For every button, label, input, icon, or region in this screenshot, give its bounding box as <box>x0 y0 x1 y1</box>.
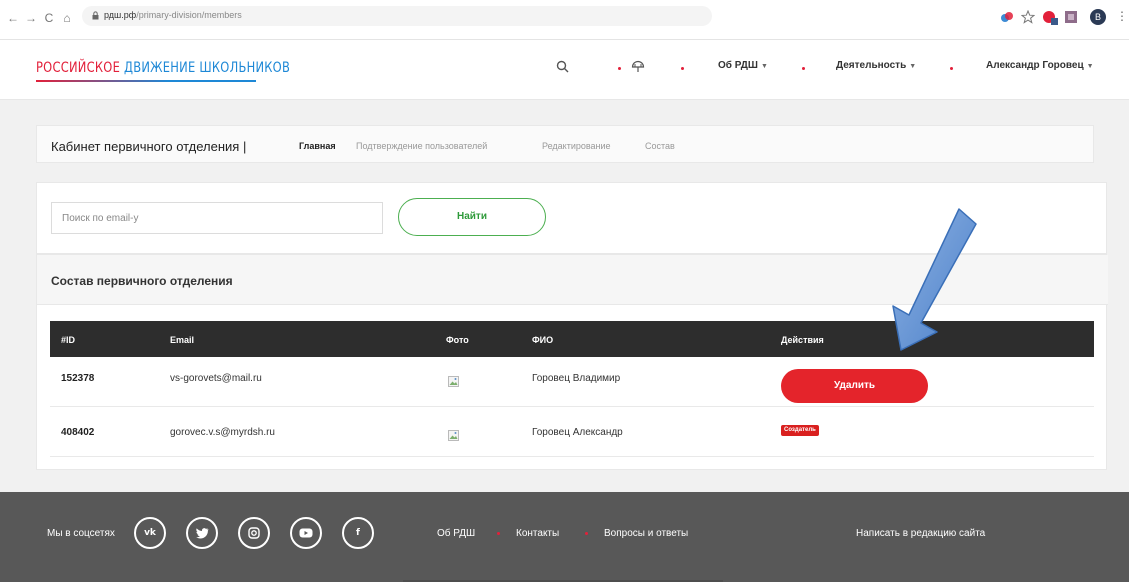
find-button[interactable]: Найти <box>398 198 546 236</box>
logo-text-blue: ДВИЖЕНИЕ ШКОЛЬНИКОВ <box>123 60 291 76</box>
member-email: vs-gorovets@mail.ru <box>170 373 262 384</box>
tab-user-confirmation[interactable]: Подтверждение пользователей <box>356 141 487 151</box>
members-title: Состав первичного отделения <box>51 274 233 288</box>
column-header-photo: Фото <box>446 335 469 345</box>
member-email: gorovec.v.s@myrdsh.ru <box>170 427 275 438</box>
browser-menu-icon[interactable]: ⋮ <box>1116 9 1128 23</box>
instagram-icon[interactable] <box>238 517 270 549</box>
nav-about-label: Об РДШ <box>718 60 758 71</box>
footer-link-faq[interactable]: Вопросы и ответы <box>604 528 688 539</box>
footer-divider-dot <box>497 532 500 535</box>
member-id: 408402 <box>61 427 95 438</box>
search-icon[interactable] <box>556 60 570 74</box>
column-header-actions: Действия <box>781 335 824 345</box>
footer-divider-dot <box>585 532 588 535</box>
nav-divider-dot <box>618 67 621 70</box>
site-header: РОССИЙСКОЕ ДВИЖЕНИЕ ШКОЛЬНИКОВ Об РДШ ▼ Д… <box>0 40 1129 100</box>
chevron-down-icon: ▼ <box>1086 63 1094 70</box>
twitter-icon[interactable] <box>186 517 218 549</box>
broken-image-icon <box>448 428 459 441</box>
creator-badge: Создатель <box>781 425 819 436</box>
nav-about[interactable]: Об РДШ ▼ <box>718 60 768 71</box>
browser-toolbar: ← → C ⌂ рдш.рф/primary-division/members … <box>0 0 1129 40</box>
extension-icon[interactable] <box>1000 10 1014 24</box>
lock-icon <box>92 11 99 20</box>
members-panel: Состав первичного отделения #ID Email Фо… <box>36 254 1108 470</box>
extension-square-icon[interactable] <box>1064 10 1078 24</box>
column-header-email: Email <box>170 335 195 345</box>
member-name: Горовец Александр <box>532 427 623 438</box>
vk-icon[interactable]: vk <box>134 517 166 549</box>
translate-extension-icon[interactable] <box>1042 10 1058 25</box>
footer-write-editors[interactable]: Написать в редакцию сайта <box>856 528 985 539</box>
table-header: #ID Email Фото ФИО Действия <box>50 321 1094 357</box>
footer-link-contacts[interactable]: Контакты <box>516 528 559 539</box>
chevron-down-icon: ▼ <box>760 63 768 70</box>
footer-link-about[interactable]: Об РДШ <box>437 528 475 539</box>
reload-icon[interactable]: C <box>42 10 56 26</box>
back-icon[interactable]: ← <box>6 10 20 26</box>
members-panel-header: Состав первичного отделения <box>37 255 1108 305</box>
table-row: 408402 gorovec.v.s@myrdsh.ru Горовец Але… <box>50 407 1094 457</box>
forward-icon[interactable]: → <box>24 10 38 26</box>
column-header-name: ФИО <box>532 335 554 345</box>
tab-main[interactable]: Главная <box>299 141 336 151</box>
url-host: рдш.рф <box>104 10 137 20</box>
broken-image-icon <box>448 374 459 387</box>
nav-user-label: Александр Горовец <box>986 60 1084 71</box>
bookmark-star-icon[interactable] <box>1020 9 1036 24</box>
youtube-icon[interactable] <box>290 517 322 549</box>
social-label: Мы в соцсетях <box>47 528 115 539</box>
email-search-input[interactable] <box>51 202 383 234</box>
url-path: /primary-division/members <box>136 10 242 20</box>
logo-text-red: РОССИЙСКОЕ <box>36 60 124 76</box>
umbrella-icon[interactable] <box>631 60 645 74</box>
nav-divider-dot <box>802 67 805 70</box>
profile-avatar[interactable]: B <box>1090 9 1106 25</box>
nav-activity-label: Деятельность <box>836 60 907 71</box>
cabinet-title: Кабинет первичного отделения | <box>51 139 247 154</box>
member-name: Горовец Владимир <box>532 373 621 384</box>
column-header-id: #ID <box>61 335 76 345</box>
table-row: 152378 vs-gorovets@mail.ru Горовец Влади… <box>50 357 1094 407</box>
tab-editing[interactable]: Редактирование <box>542 141 611 151</box>
nav-user[interactable]: Александр Горовец ▼ <box>986 60 1094 71</box>
member-id: 152378 <box>61 373 95 384</box>
site-footer: Мы в соцсетях vk f Об РДШ Контакты Вопро… <box>0 492 1129 582</box>
nav-divider-dot <box>950 67 953 70</box>
tab-members[interactable]: Состав <box>645 141 675 151</box>
delete-member-button[interactable]: Удалить <box>781 369 928 403</box>
address-bar[interactable]: рдш.рф/primary-division/members <box>82 6 712 26</box>
nav-activity[interactable]: Деятельность ▼ <box>836 60 916 71</box>
chevron-down-icon: ▼ <box>909 63 917 70</box>
url-text: рдш.рф/primary-division/members <box>104 10 242 20</box>
home-icon[interactable]: ⌂ <box>60 10 74 26</box>
facebook-icon[interactable]: f <box>342 517 374 549</box>
site-logo[interactable]: РОССИЙСКОЕ ДВИЖЕНИЕ ШКОЛЬНИКОВ <box>36 60 290 76</box>
nav-divider-dot <box>681 67 684 70</box>
cabinet-breadcrumb: Кабинет первичного отделения | Главная П… <box>36 125 1094 163</box>
logo-underline <box>36 80 256 82</box>
search-panel: Найти <box>36 182 1107 254</box>
